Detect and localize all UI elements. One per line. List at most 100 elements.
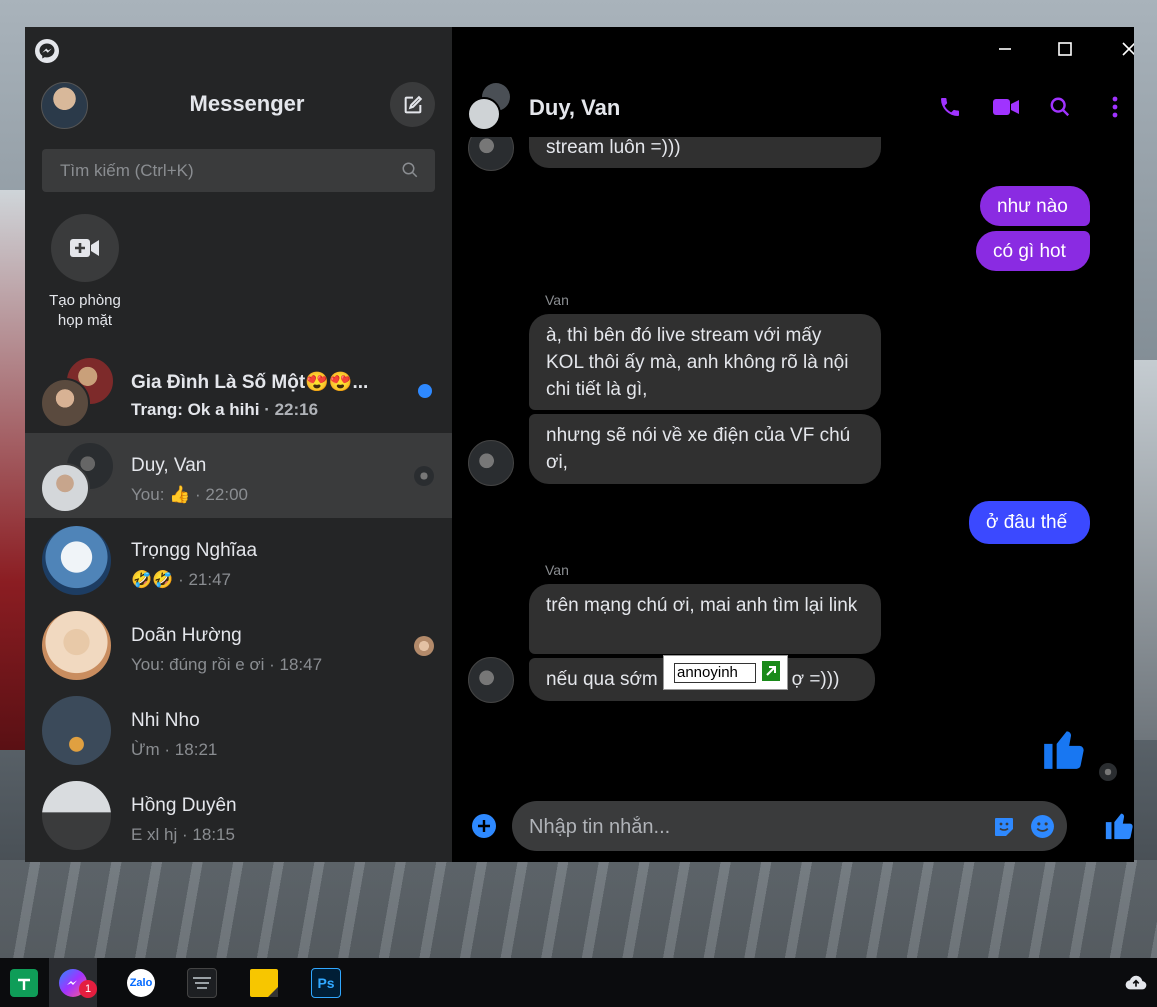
phone-icon bbox=[941, 98, 959, 116]
preview-text: 🤣🤣 bbox=[131, 570, 174, 589]
cloud-upload-icon bbox=[1125, 975, 1147, 989]
chat-avatar bbox=[467, 97, 501, 131]
conversation-name: Nhi Nho bbox=[131, 710, 200, 731]
conversation-name: Trọngg Nghĩaa bbox=[131, 540, 258, 561]
message-bubble[interactable]: ở đâu thế bbox=[969, 501, 1090, 544]
video-call-button[interactable] bbox=[991, 93, 1021, 121]
seen-avatar bbox=[414, 636, 434, 656]
preview-time: · 18:47 bbox=[269, 655, 323, 674]
conversation-name: Duy, Van bbox=[131, 455, 207, 476]
conversation-avatar bbox=[40, 463, 90, 513]
minimize-icon bbox=[999, 48, 1011, 50]
preview-text: You: 👍 bbox=[131, 485, 191, 504]
message-input[interactable] bbox=[512, 801, 991, 853]
message-bubble[interactable]: có gì hot bbox=[976, 231, 1090, 271]
conversation-avatar bbox=[40, 378, 90, 428]
sticker-icon[interactable] bbox=[992, 815, 1016, 839]
unread-dot bbox=[418, 384, 432, 398]
conversation-item[interactable]: Doãn Hường You: đúng rồi e ơi · 18:47 bbox=[25, 603, 452, 688]
arrow-popup-icon bbox=[762, 661, 780, 681]
photoshop-icon: Ps bbox=[311, 967, 341, 998]
conversation-item[interactable]: Gia Đình Là Số Một😍😍... Trang: Ok a hihi… bbox=[25, 348, 452, 433]
more-vertical-icon bbox=[1112, 96, 1118, 118]
desktop-car-left bbox=[0, 190, 26, 750]
chat-title[interactable]: Duy, Van bbox=[529, 95, 620, 121]
message-bubble[interactable]: trên mạng chú ơi, mai anh tìm lại link bbox=[529, 584, 881, 654]
search-icon bbox=[1050, 97, 1070, 117]
compose-icon bbox=[404, 95, 422, 113]
zalo-icon: Zalo bbox=[127, 968, 155, 997]
conversation-avatar bbox=[42, 611, 111, 680]
search-in-chat-button[interactable] bbox=[1046, 93, 1074, 121]
message-avatar bbox=[468, 137, 514, 171]
preview-text: Ừm bbox=[131, 740, 160, 759]
search-input[interactable] bbox=[42, 149, 400, 192]
overlay-text: annoyinh bbox=[674, 663, 756, 683]
preview-time: · 21:47 bbox=[178, 570, 232, 589]
conversation-avatar bbox=[42, 526, 111, 595]
messenger-logo-icon bbox=[35, 39, 59, 63]
taskbar-messenger[interactable]: 1 bbox=[49, 958, 97, 1007]
messenger-window: Messenger Tạo phòng họp mặt Gia Đình Là … bbox=[25, 27, 1134, 862]
desktop-background bbox=[0, 860, 1157, 960]
seen-avatar bbox=[1099, 763, 1117, 781]
seen-avatar bbox=[414, 466, 434, 486]
message-avatar bbox=[468, 440, 514, 486]
maximize-button[interactable] bbox=[1055, 39, 1075, 59]
message-bubble[interactable]: nhưng sẽ nói về xe điện của VF chú ơi, bbox=[529, 414, 881, 484]
more-options-button[interactable] bbox=[1101, 93, 1129, 121]
chat-pane: Duy, Van stream luôn =))) như nào có gì … bbox=[452, 27, 1134, 862]
thumbs-up-button[interactable] bbox=[1103, 807, 1134, 843]
add-attachment-button[interactable] bbox=[472, 814, 496, 838]
sheets-icon bbox=[10, 968, 38, 997]
conversation-avatar bbox=[42, 781, 111, 850]
create-room-button[interactable] bbox=[51, 214, 119, 282]
preview-text: Trang: Ok a hihi bbox=[131, 400, 260, 419]
minimize-button[interactable] bbox=[995, 39, 1015, 59]
preview-text: You: đúng rồi e ơi bbox=[131, 655, 265, 674]
preview-text: E xl hj bbox=[131, 825, 178, 844]
message-bubble[interactable]: như nào bbox=[980, 186, 1090, 226]
conversation-item[interactable]: Hồng Duyên E xl hj · 18:15 bbox=[25, 773, 452, 858]
gta-icon bbox=[187, 967, 217, 998]
conversation-item[interactable]: Duy, Van You: 👍 · 22:00 bbox=[25, 433, 452, 518]
conversation-item[interactable]: Nhi Nho Ừm · 18:21 bbox=[25, 688, 452, 773]
preview-time: · 18:15 bbox=[182, 825, 235, 844]
conversation-name: Hồng Duyên bbox=[131, 795, 237, 816]
close-button[interactable] bbox=[1119, 39, 1134, 59]
message-bubble[interactable]: stream luôn =))) bbox=[529, 137, 881, 168]
message-text-left: nếu qua sớm bbox=[546, 669, 658, 690]
taskbar-zalo[interactable]: Zalo bbox=[117, 958, 165, 1007]
close-icon bbox=[1122, 42, 1134, 56]
message-bubble[interactable]: à, thì bên đó live stream với mấy KOL th… bbox=[529, 314, 881, 410]
create-room-label-line1: Tạo phòng bbox=[49, 292, 121, 309]
notification-badge: 1 bbox=[79, 980, 97, 998]
message-composer bbox=[512, 801, 1067, 853]
conversation-item[interactable]: Trọngg Nghĩaa 🤣🤣 · 21:47 bbox=[25, 518, 452, 603]
desktop-car-right bbox=[1134, 360, 1157, 740]
sender-name: Van bbox=[545, 562, 569, 578]
conversation-preview: You: 👍 · 22:00 bbox=[131, 485, 248, 505]
taskbar-cloud-upload[interactable] bbox=[1115, 958, 1157, 1007]
thumbs-up-sent-icon bbox=[1044, 731, 1084, 769]
overlay-popup[interactable]: annoyinh bbox=[663, 655, 788, 690]
new-message-button[interactable] bbox=[390, 82, 435, 127]
conversation-preview: Trang: Ok a hihi · 22:16 bbox=[131, 400, 318, 420]
message-list: stream luôn =))) như nào có gì hot Van à… bbox=[452, 137, 1134, 792]
emoji-icon[interactable] bbox=[1030, 814, 1055, 839]
taskbar-sticky-notes[interactable] bbox=[240, 958, 288, 1007]
conversation-preview: You: đúng rồi e ơi · 18:47 bbox=[131, 655, 322, 675]
audio-call-button[interactable] bbox=[936, 93, 964, 121]
conversation-avatar bbox=[42, 696, 111, 765]
taskbar-google-sheets[interactable] bbox=[0, 958, 48, 1007]
preview-time: · 22:00 bbox=[195, 485, 248, 504]
taskbar-gta-v[interactable] bbox=[178, 958, 226, 1007]
sidebar: Messenger Tạo phòng họp mặt Gia Đình Là … bbox=[25, 27, 452, 862]
taskbar-photoshop[interactable]: Ps bbox=[302, 958, 350, 1007]
conversation-preview: Ừm · 18:21 bbox=[131, 740, 217, 760]
preview-time: · 22:16 bbox=[264, 400, 319, 419]
create-room-label-line2: họp mặt bbox=[57, 312, 113, 329]
sender-name: Van bbox=[545, 292, 569, 308]
search-icon bbox=[402, 162, 418, 178]
conversation-preview: 🤣🤣 · 21:47 bbox=[131, 570, 231, 590]
